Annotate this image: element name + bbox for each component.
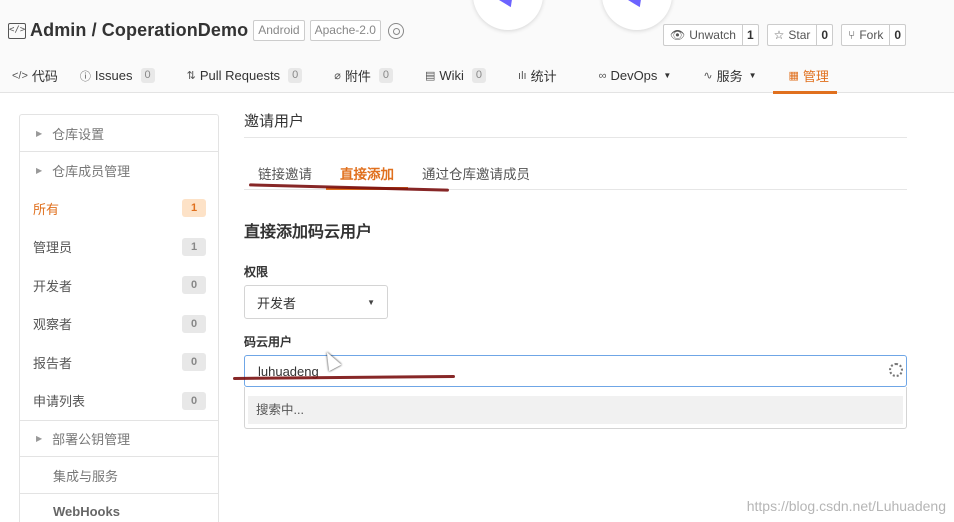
count-badge: 1 xyxy=(182,237,206,256)
page-title: 邀请用户 xyxy=(244,110,907,138)
section-title: 直接添加码云用户 xyxy=(244,224,373,241)
settings-sidebar: ▶ 仓库设置 ▶ 仓库成员管理 所有 1 管理员 1 开发者 0 观察者 0 报… xyxy=(19,114,219,522)
decorative-logo-icon xyxy=(473,0,543,30)
caret-right-icon: ▶ xyxy=(36,128,43,138)
user-search-dropdown: 搜索中... xyxy=(244,387,907,429)
sidebar-item-deploy-keys[interactable]: ▶ 部署公钥管理 xyxy=(20,420,218,457)
caret-down-icon: ▼ xyxy=(748,71,757,80)
sidebar-item-integrations[interactable]: 集成与服务 xyxy=(20,457,218,493)
decorative-logo-icon xyxy=(602,0,672,30)
issues-count: 0 xyxy=(140,68,155,83)
language-tag[interactable]: Android xyxy=(253,20,305,41)
sidebar-item-members-all[interactable]: 所有 1 xyxy=(20,189,218,228)
sidebar-item-members-admin[interactable]: 管理员 1 xyxy=(20,228,218,267)
count-badge: 0 xyxy=(182,314,206,333)
pull-request-icon: ⇅ xyxy=(186,70,196,82)
permission-value: 开发者 xyxy=(257,295,297,311)
sidebar-item-repo-settings[interactable]: ▶ 仓库设置 xyxy=(20,115,218,152)
wiki-icon: ▤ xyxy=(424,70,436,82)
fork-button[interactable]: ⑂ Fork 0 xyxy=(841,24,906,46)
sidebar-item-members-reporter[interactable]: 报告者 0 xyxy=(20,343,218,382)
invite-tabs: 链接邀请 直接添加 通过仓库邀请成员 xyxy=(244,151,907,190)
pull-requests-count: 0 xyxy=(288,68,303,83)
watermark: https://blog.csdn.net/Luhuadeng xyxy=(746,498,946,514)
repo-title: </> Admin / CoperationDemo Android Apach… xyxy=(8,20,404,41)
tab-code[interactable]: </> 代码 xyxy=(0,58,70,93)
repo-header: </> Admin / CoperationDemo Android Apach… xyxy=(0,0,954,94)
fork-icon: ⑂ xyxy=(848,28,856,42)
star-icon: ☆ xyxy=(773,28,785,42)
code-repo-icon: </> xyxy=(8,22,26,39)
sidebar-item-members-developer[interactable]: 开发者 0 xyxy=(20,266,218,305)
repo-actions: 👁 Unwatch 1 ☆ Star 0 ⑂ Fork 0 xyxy=(663,24,906,46)
caret-down-icon: ▼ xyxy=(663,71,672,80)
tab-services[interactable]: ∿ 服务 ▼ xyxy=(683,58,768,93)
count-badge: 0 xyxy=(182,391,206,410)
devops-icon: ∞ xyxy=(598,69,607,82)
user-search-input[interactable] xyxy=(244,355,907,387)
attachments-count: 0 xyxy=(378,68,393,83)
tab-direct-add[interactable]: 直接添加 xyxy=(326,151,408,190)
tab-wiki[interactable]: ▤ Wiki 0 xyxy=(405,58,498,93)
attachment-icon: ⌀ xyxy=(334,70,341,82)
repo-name-link[interactable]: Admin / CoperationDemo xyxy=(30,20,248,41)
searching-status: 搜索中... xyxy=(248,396,903,424)
service-icon: ∿ xyxy=(703,70,713,82)
caret-right-icon: ▶ xyxy=(36,166,43,175)
manage-icon: ▦ xyxy=(788,70,799,82)
sidebar-item-member-management[interactable]: ▶ 仓库成员管理 xyxy=(20,152,218,189)
recommend-badge-icon[interactable] xyxy=(387,22,404,39)
repo-nav: </> 代码 ⓘ Issues 0 ⇅ Pull Requests 0 ⌀ 附件… xyxy=(0,58,841,94)
count-badge: 0 xyxy=(182,353,206,372)
sidebar-item-webhooks[interactable]: WebHooks xyxy=(20,493,218,522)
caret-right-icon: ▶ xyxy=(36,434,43,443)
permission-label: 权限 xyxy=(244,265,269,279)
star-button[interactable]: ☆ Star 0 xyxy=(766,24,834,46)
count-badge: 0 xyxy=(182,276,206,295)
watch-count[interactable]: 1 xyxy=(743,25,758,45)
count-badge: 1 xyxy=(182,199,206,218)
user-label: 码云用户 xyxy=(244,335,293,349)
sidebar-item-members-viewer[interactable]: 观察者 0 xyxy=(20,305,218,344)
tab-attachments[interactable]: ⌀ 附件 0 xyxy=(314,58,405,93)
wiki-count: 0 xyxy=(471,68,487,83)
dropdown-caret-icon: ▼ xyxy=(367,297,375,307)
invite-panel: 邀请用户 链接邀请 直接添加 通过仓库邀请成员 直接添加码云用户 权限 开发者 … xyxy=(244,110,907,429)
tab-issues[interactable]: ⓘ Issues 0 xyxy=(70,58,167,93)
tab-invite-via-repo[interactable]: 通过仓库邀请成员 xyxy=(408,151,544,189)
sidebar-item-members-requests[interactable]: 申请列表 0 xyxy=(20,382,218,421)
eye-icon: 👁 xyxy=(670,28,686,42)
star-count[interactable]: 0 xyxy=(817,25,832,45)
tab-pull-requests[interactable]: ⇅ Pull Requests 0 xyxy=(167,58,315,93)
loading-spinner-icon xyxy=(889,363,903,377)
license-tag[interactable]: Apache-2.0 xyxy=(309,20,381,41)
tab-manage[interactable]: ▦ 管理 xyxy=(769,58,841,94)
stats-icon: ılı xyxy=(518,69,527,82)
user-search-field xyxy=(244,355,907,387)
permission-select[interactable]: 开发者 ▼ xyxy=(244,285,388,319)
unwatch-button[interactable]: 👁 Unwatch 1 xyxy=(663,24,759,46)
fork-count[interactable]: 0 xyxy=(890,25,905,45)
tab-stats[interactable]: ılı 统计 xyxy=(498,58,569,93)
code-icon: </> xyxy=(12,69,28,82)
issues-icon: ⓘ xyxy=(79,70,91,83)
tab-devops[interactable]: ∞ DevOps ▼ xyxy=(569,58,684,93)
